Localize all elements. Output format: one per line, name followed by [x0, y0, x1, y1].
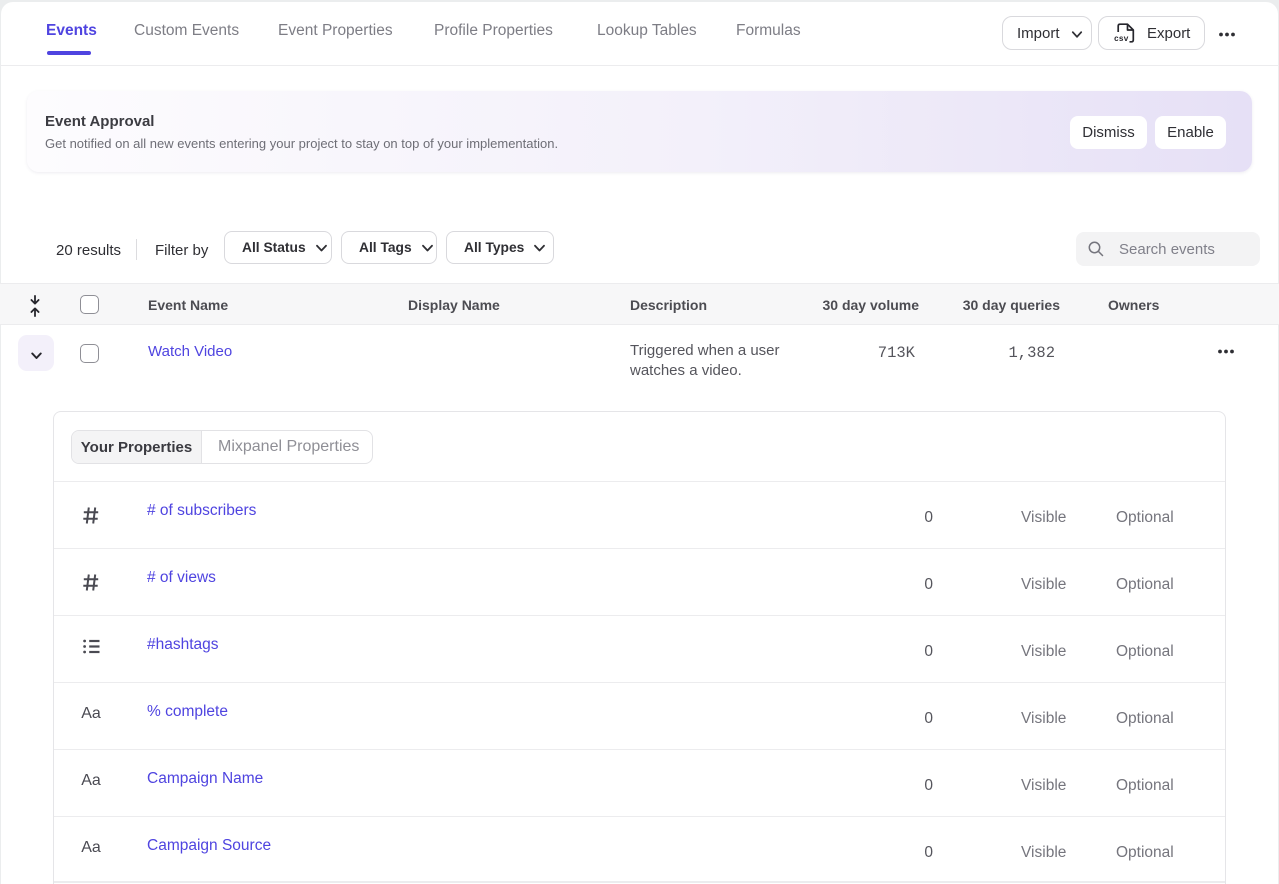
svg-text:csv: csv [1114, 35, 1129, 43]
